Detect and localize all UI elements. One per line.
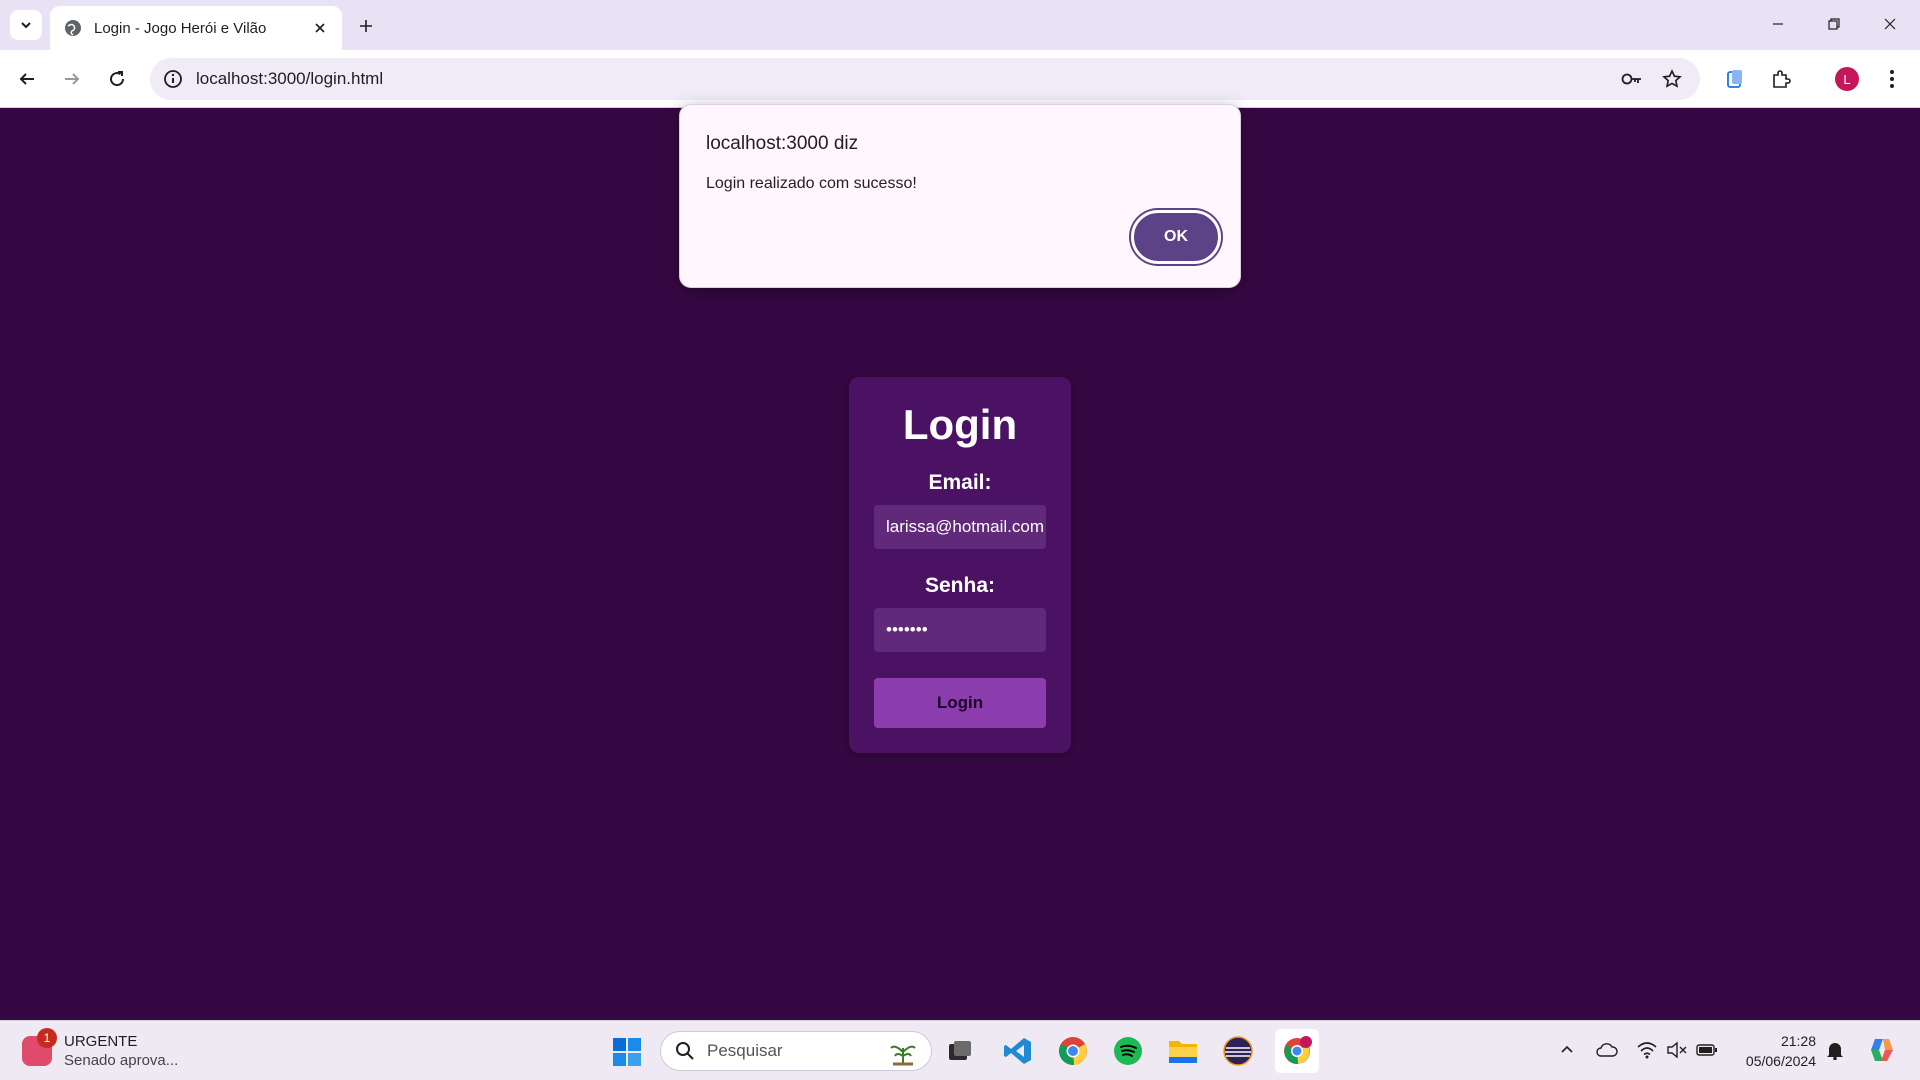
info-icon[interactable]: [162, 68, 184, 90]
clock-time: 21:28: [1780, 1033, 1816, 1049]
back-button[interactable]: [10, 62, 44, 96]
profile-button[interactable]: L: [1830, 62, 1864, 96]
globe-icon: [65, 20, 81, 36]
browser-toolbar: localhost:3000/login.html L: [0, 50, 1920, 108]
chevron-up-icon[interactable]: [1556, 1039, 1578, 1061]
battery-icon[interactable]: [1696, 1039, 1718, 1061]
chrome-profile-app-icon[interactable]: [1275, 1029, 1319, 1073]
onedrive-icon[interactable]: [1596, 1039, 1618, 1061]
alert-title: localhost:3000 diz: [706, 133, 859, 154]
eclipse-icon[interactable]: [1220, 1033, 1256, 1069]
restore-button[interactable]: [1806, 0, 1862, 48]
arrow-right-icon: [65, 73, 80, 85]
system-clock[interactable]: 21:28 05/06/2024: [1728, 1031, 1816, 1071]
alert-message: Login realizado com sucesso!: [706, 175, 917, 192]
login-title: Login: [902, 401, 1018, 448]
chrome-icon[interactable]: [1055, 1033, 1091, 1069]
reload-icon: [110, 71, 125, 87]
login-button[interactable]: Login: [874, 678, 1046, 728]
close-icon: [1884, 18, 1896, 30]
vscode-icon[interactable]: [1000, 1033, 1036, 1069]
taskbar: 1 URGENTE Senado aprova... Pesquisar 21:…: [0, 1020, 1920, 1080]
wifi-icon[interactable]: [1636, 1039, 1658, 1061]
reload-button[interactable]: [100, 62, 134, 96]
url-text[interactable]: localhost:3000/login.html: [196, 69, 383, 89]
spotify-icon[interactable]: [1110, 1033, 1146, 1069]
copilot-icon[interactable]: [1866, 1035, 1896, 1065]
news-widget[interactable]: 1 URGENTE Senado aprova...: [22, 1028, 179, 1071]
tab-search-button[interactable]: [10, 10, 42, 40]
news-title: URGENTE: [64, 1033, 138, 1050]
volume-muted-icon[interactable]: [1666, 1039, 1688, 1061]
tab-close-icon[interactable]: [310, 18, 330, 38]
news-icon: 1: [22, 1028, 57, 1066]
search-icon: [676, 1042, 694, 1060]
alert-ok-button[interactable]: OK: [1131, 210, 1221, 264]
plus-icon: [360, 20, 372, 32]
task-view-icon[interactable]: [942, 1033, 978, 1069]
tab-title: Login - Jogo Herói e Vilão: [94, 19, 267, 37]
news-subtitle: Senado aprova...: [64, 1052, 179, 1069]
alert-dialog: localhost:3000 diz Login realizado com s…: [679, 104, 1241, 288]
tab-group-icon[interactable]: [1718, 62, 1752, 96]
close-window-button[interactable]: [1862, 0, 1918, 48]
extensions-icon[interactable]: [1764, 62, 1798, 96]
chevron-down-icon: [21, 22, 31, 29]
email-label: Email:: [928, 471, 992, 494]
email-field[interactable]: larissa@hotmail.com: [874, 505, 1046, 549]
bell-icon[interactable]: [1824, 1039, 1846, 1061]
password-field[interactable]: •••••••: [874, 608, 1046, 652]
clock-date: 05/06/2024: [1745, 1053, 1816, 1069]
minimize-icon: [1773, 23, 1783, 25]
taskbar-search[interactable]: Pesquisar: [660, 1031, 932, 1071]
arrow-left-icon: [19, 73, 34, 85]
forward-button[interactable]: [55, 62, 89, 96]
new-tab-button[interactable]: [352, 12, 380, 40]
minimize-button[interactable]: [1750, 0, 1806, 48]
notification-badge: 1: [37, 1028, 57, 1048]
menu-button[interactable]: [1875, 62, 1909, 96]
more-vert-icon: [1890, 70, 1894, 88]
windows-start-icon[interactable]: [612, 1037, 642, 1067]
restore-icon: [1828, 18, 1840, 30]
password-label: Senha:: [924, 574, 995, 597]
browser-tabbar: Login - Jogo Herói e Vilão: [0, 0, 1920, 50]
login-card: Login Email: larissa@hotmail.com Senha: …: [849, 377, 1071, 753]
file-explorer-icon[interactable]: [1165, 1033, 1201, 1069]
plant-icon: [890, 1045, 916, 1066]
key-icon[interactable]: [1620, 67, 1644, 91]
address-bar[interactable]: localhost:3000/login.html: [150, 58, 1700, 100]
search-placeholder: Pesquisar: [707, 1041, 783, 1060]
browser-tab-active[interactable]: Login - Jogo Herói e Vilão: [50, 6, 342, 50]
star-icon[interactable]: [1660, 67, 1684, 91]
avatar: L: [1835, 67, 1859, 91]
